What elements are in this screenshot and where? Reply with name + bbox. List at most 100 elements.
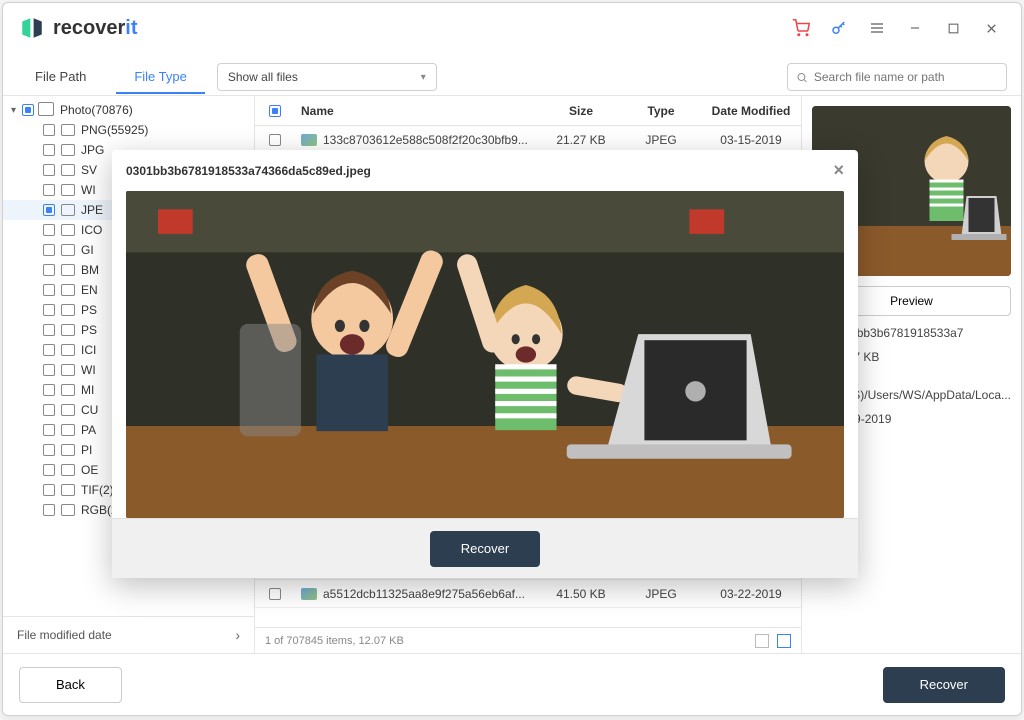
- tree-item-label: BM: [81, 263, 99, 277]
- sidebar-foot-label: File modified date: [17, 628, 112, 642]
- tab-file-path[interactable]: File Path: [17, 61, 104, 94]
- checkbox[interactable]: [22, 104, 34, 116]
- folder-icon: [61, 204, 75, 216]
- tree-item-label: MI: [81, 383, 94, 397]
- sidebar-filter-date[interactable]: File modified date ›: [3, 616, 254, 653]
- checkbox[interactable]: [43, 484, 55, 496]
- checkbox[interactable]: [43, 164, 55, 176]
- tab-file-type[interactable]: File Type: [116, 61, 205, 94]
- titlebar-controls: [787, 14, 1005, 42]
- checkbox[interactable]: [43, 204, 55, 216]
- checkbox[interactable]: [43, 244, 55, 256]
- maximize-icon[interactable]: [939, 14, 967, 42]
- table-row[interactable]: a5512dcb11325aa8e9f275a56eb6af...41.50 K…: [255, 580, 801, 608]
- footer: Back Recover: [3, 653, 1021, 715]
- file-size: 41.50 KB: [541, 587, 621, 601]
- tree-item-label: PS: [81, 303, 97, 317]
- folder-icon: [61, 424, 75, 436]
- filter-dropdown[interactable]: Show all files ▾: [217, 63, 437, 91]
- checkbox[interactable]: [43, 184, 55, 196]
- col-name[interactable]: Name: [295, 104, 541, 118]
- search-box[interactable]: [787, 63, 1007, 91]
- window-close-icon[interactable]: [977, 14, 1005, 42]
- folder-icon: [61, 324, 75, 336]
- preview-modal: 0301bb3b6781918533a74366da5c89ed.jpeg ×: [112, 150, 858, 578]
- back-button[interactable]: Back: [19, 667, 122, 703]
- recover-button[interactable]: Recover: [883, 667, 1005, 703]
- folder-icon: [61, 264, 75, 276]
- titlebar: recoverit: [3, 3, 1021, 53]
- folder-icon: [61, 304, 75, 316]
- checkbox[interactable]: [43, 124, 55, 136]
- logo-icon: [19, 15, 45, 41]
- minimize-icon[interactable]: [901, 14, 929, 42]
- thumbnail-icon: [301, 588, 317, 600]
- checkbox[interactable]: [43, 224, 55, 236]
- chevron-down-icon: ▾: [421, 72, 426, 83]
- checkbox[interactable]: [43, 464, 55, 476]
- folder-icon: [61, 184, 75, 196]
- checkbox[interactable]: [43, 344, 55, 356]
- folder-icon: [61, 464, 75, 476]
- folder-icon: [61, 504, 75, 516]
- checkbox[interactable]: [43, 404, 55, 416]
- key-icon[interactable]: [825, 14, 853, 42]
- tree-item-label: PNG(55925): [81, 123, 148, 137]
- checkbox[interactable]: [43, 444, 55, 456]
- tree-item-label: WI: [81, 183, 96, 197]
- checkbox[interactable]: [43, 284, 55, 296]
- folder-icon: [61, 384, 75, 396]
- folder-icon: [40, 104, 54, 116]
- row-checkbox[interactable]: [269, 134, 281, 146]
- checkbox[interactable]: [43, 424, 55, 436]
- tree-item-label: WI: [81, 363, 96, 377]
- col-date[interactable]: Date Modified: [701, 104, 801, 118]
- folder-icon: [61, 144, 75, 156]
- grid-view-icon[interactable]: [755, 634, 769, 648]
- checkbox[interactable]: [43, 384, 55, 396]
- folder-icon: [61, 444, 75, 456]
- tree-root[interactable]: ▾ Photo(70876): [3, 100, 254, 120]
- folder-icon: [61, 404, 75, 416]
- filter-label: Show all files: [228, 70, 298, 84]
- file-size: 21.27 KB: [541, 133, 621, 147]
- tree-item-label: JPE: [81, 203, 103, 217]
- cart-icon[interactable]: [787, 14, 815, 42]
- close-icon[interactable]: ×: [833, 160, 844, 181]
- file-list-footer: 1 of 707845 items, 12.07 KB: [255, 627, 801, 653]
- modal-header: 0301bb3b6781918533a74366da5c89ed.jpeg ×: [112, 150, 858, 191]
- tree-item-label: TIF(2): [81, 483, 114, 497]
- view-toggles: [755, 634, 791, 648]
- checkbox[interactable]: [43, 264, 55, 276]
- tree-item-label: JPG: [81, 143, 104, 157]
- row-checkbox[interactable]: [269, 588, 281, 600]
- col-size[interactable]: Size: [541, 104, 621, 118]
- file-name: 133c8703612e588c508f2f20c30bfb9...: [323, 133, 528, 147]
- logo-text: recoverit: [53, 17, 138, 40]
- folder-icon: [61, 124, 75, 136]
- list-view-icon[interactable]: [777, 634, 791, 648]
- thumbnail-icon: [301, 134, 317, 146]
- select-all-checkbox[interactable]: [269, 105, 281, 117]
- folder-icon: [61, 344, 75, 356]
- checkbox[interactable]: [43, 144, 55, 156]
- chevron-down-icon: ▾: [11, 105, 16, 116]
- search-input[interactable]: [814, 70, 998, 84]
- menu-icon[interactable]: [863, 14, 891, 42]
- tree-item-label: ICI: [81, 343, 96, 357]
- checkbox[interactable]: [43, 324, 55, 336]
- folder-icon: [61, 224, 75, 236]
- tree-item-label: OE: [81, 463, 98, 477]
- chevron-right-icon: ›: [235, 627, 240, 643]
- folder-icon: [61, 364, 75, 376]
- tree-root-label: Photo(70876): [60, 103, 133, 117]
- folder-icon: [61, 484, 75, 496]
- checkbox[interactable]: [43, 304, 55, 316]
- col-type[interactable]: Type: [621, 104, 701, 118]
- tree-item[interactable]: PNG(55925): [3, 120, 254, 140]
- checkbox[interactable]: [43, 504, 55, 516]
- checkbox[interactable]: [43, 364, 55, 376]
- modal-recover-button[interactable]: Recover: [430, 531, 540, 567]
- search-icon: [796, 71, 808, 84]
- tree-item-label: GI: [81, 243, 94, 257]
